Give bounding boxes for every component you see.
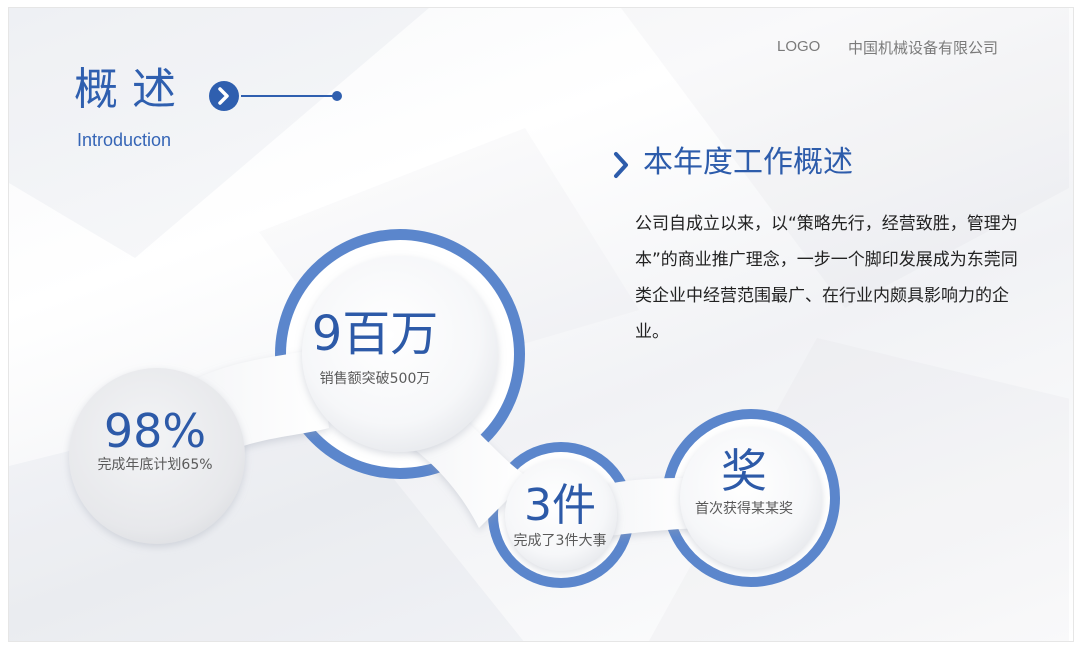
slide: LOGO 中国机械设备有限公司 概述 Introduction 本年度工作概述 … [8, 7, 1074, 642]
stat-value: 奖 [721, 444, 767, 498]
stat-label: 首次获得某某奖 [695, 501, 793, 517]
stat-plan: 98% 完成年底计划65% [75, 408, 235, 474]
stat-award: 奖 首次获得某某奖 [679, 448, 809, 518]
stat-label: 完成年底计划65% [97, 457, 213, 473]
stat-label: 销售额突破500万 [319, 371, 431, 387]
stat-value: 98% [103, 404, 207, 458]
stat-value: 3件 [524, 480, 596, 531]
stat-label: 完成了3件大事 [513, 533, 607, 549]
stat-sales: 9百万 销售额突破500万 [275, 310, 475, 388]
stat-events: 3件 完成了3件大事 [505, 484, 615, 550]
stat-value: 9百万 [311, 306, 439, 362]
